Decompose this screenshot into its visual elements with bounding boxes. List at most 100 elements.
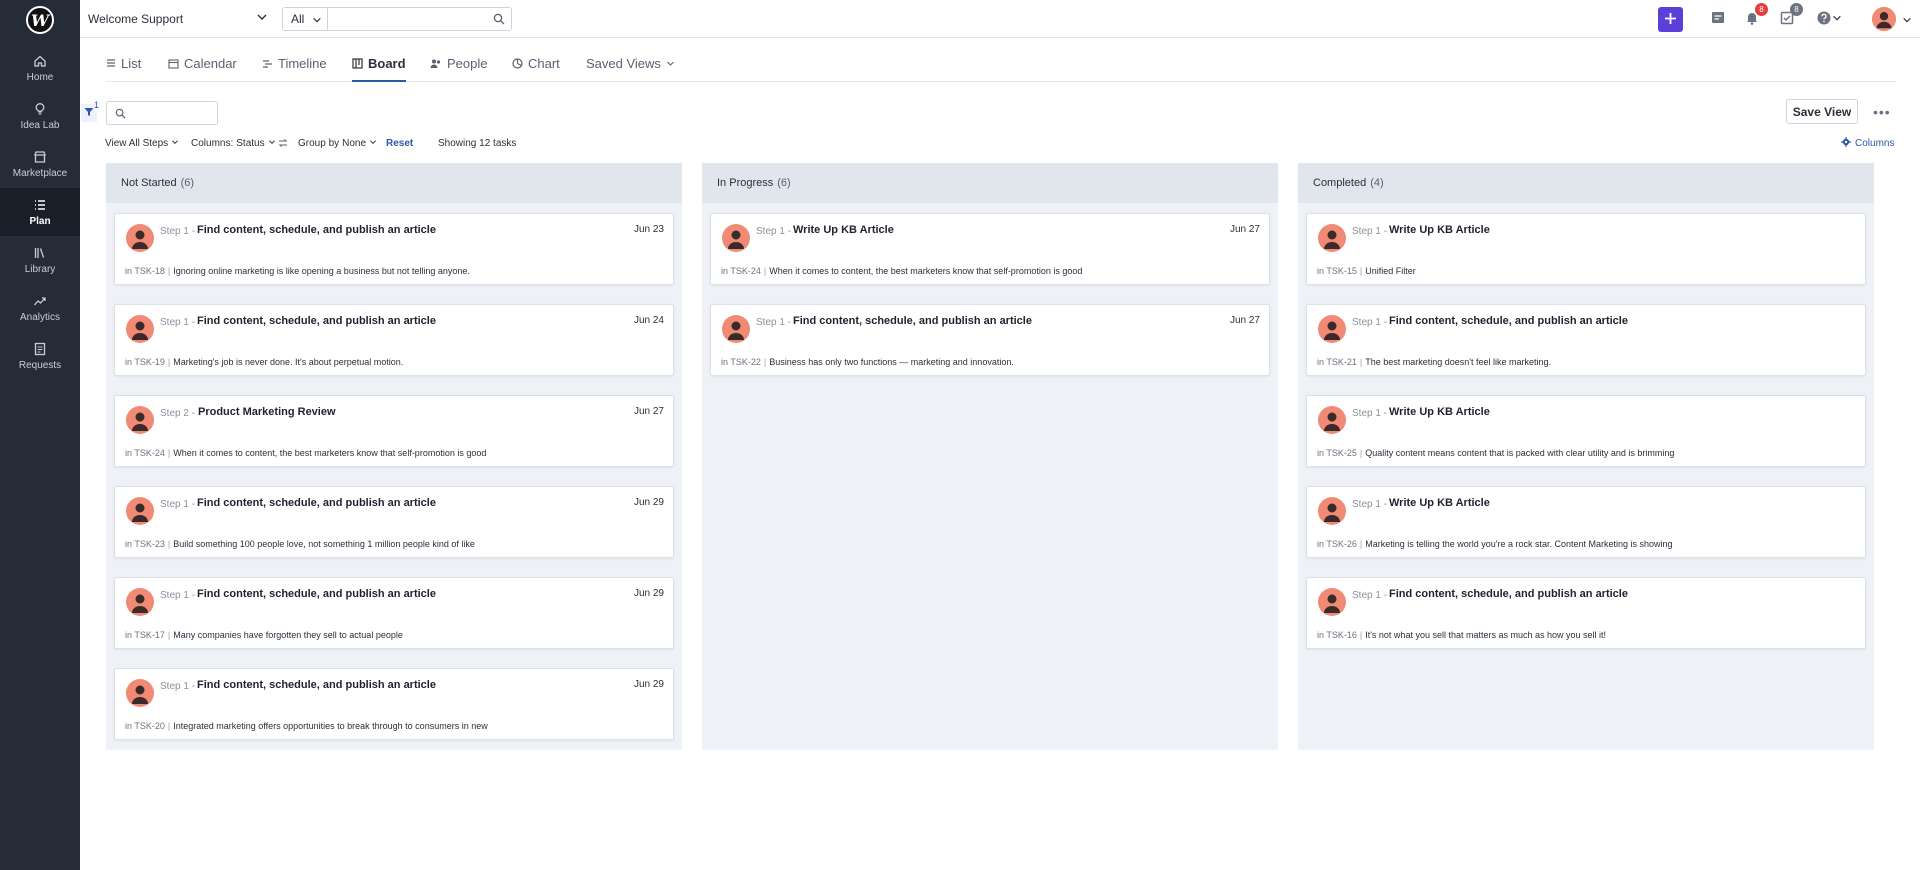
task-id[interactable]: in TSK-25 — [1317, 448, 1357, 458]
columns-settings-link[interactable]: Columns — [1841, 137, 1894, 150]
list-icon — [106, 56, 116, 71]
task-title[interactable]: Find content, schedule, and publish an a… — [1389, 588, 1628, 600]
group-by-select[interactable]: Group by None — [298, 138, 377, 149]
task-title[interactable]: Find content, schedule, and publish an a… — [197, 588, 436, 600]
task-card[interactable]: Step 1 - Find content, schedule, and publ… — [1306, 304, 1866, 376]
task-description: When it comes to content, the best marke… — [769, 266, 1083, 276]
separator: | — [1359, 266, 1363, 276]
tab-board[interactable]: Board — [352, 56, 406, 82]
task-card[interactable]: Step 1 - Find content, schedule, and publ… — [114, 486, 674, 558]
task-title[interactable]: Write Up KB Article — [1389, 406, 1490, 418]
columns-select[interactable]: Columns: Status — [191, 138, 276, 149]
chevron-down-icon — [312, 14, 322, 28]
task-id[interactable]: in TSK-24 — [125, 448, 165, 458]
tab-label: Timeline — [278, 56, 327, 71]
global-search-input[interactable] — [328, 7, 512, 31]
assignee-avatar — [126, 497, 154, 525]
chat-icon — [1710, 10, 1726, 29]
task-title[interactable]: Find content, schedule, and publish an a… — [197, 224, 436, 236]
task-card[interactable]: Step 1 - Find content, schedule, and publ… — [710, 304, 1270, 376]
assignee-avatar — [1318, 315, 1346, 343]
task-card[interactable]: Step 1 - Find content, schedule, and publ… — [114, 668, 674, 740]
sidebar-item-plan[interactable]: Plan — [0, 188, 80, 236]
sidebar-item-idea-lab[interactable]: Idea Lab — [0, 92, 80, 140]
tab-list[interactable]: List — [106, 56, 141, 82]
board-search-input[interactable] — [106, 101, 218, 125]
task-title[interactable]: Write Up KB Article — [793, 224, 894, 236]
task-id[interactable]: in TSK-15 — [1317, 266, 1357, 276]
sidebar-item-requests[interactable]: Requests — [0, 332, 80, 380]
task-due-date: Jun 29 — [633, 588, 664, 599]
task-meta: in TSK-18 | Ignoring online marketing is l… — [125, 266, 470, 276]
task-id[interactable]: in TSK-21 — [1317, 357, 1357, 367]
task-card[interactable]: Step 1 - Write Up KB Article in TSK-26 | Mar… — [1306, 486, 1866, 558]
sidebar-item-analytics[interactable]: Analytics — [0, 284, 80, 332]
task-id[interactable]: in TSK-23 — [125, 539, 165, 549]
task-meta: in TSK-15 | Unified Filter — [1317, 266, 1416, 276]
swap-icon[interactable] — [278, 138, 288, 148]
task-meta: in TSK-19 | Marketing's job is never done.… — [125, 357, 403, 367]
task-title[interactable]: Write Up KB Article — [1389, 497, 1490, 509]
app-logo[interactable]: W — [26, 6, 54, 34]
messages-button[interactable] — [1708, 9, 1728, 29]
task-step: Step 1 - — [160, 681, 196, 692]
more-options-icon[interactable]: ••• — [1873, 104, 1891, 120]
task-id[interactable]: in TSK-24 — [721, 266, 761, 276]
task-step: Step 1 - — [160, 317, 196, 328]
tab-people[interactable]: People — [430, 56, 487, 82]
task-card[interactable]: Step 1 - Find content, schedule, and publ… — [114, 213, 674, 285]
separator: | — [167, 448, 171, 458]
task-title[interactable]: Find content, schedule, and publish an a… — [1389, 315, 1628, 327]
help-button[interactable] — [1812, 9, 1846, 29]
task-card[interactable]: Step 1 - Find content, schedule, and publ… — [1306, 577, 1866, 649]
view-steps-select[interactable]: View All Steps — [105, 138, 179, 149]
task-title[interactable]: Write Up KB Article — [1389, 224, 1490, 236]
task-description: Unified Filter — [1365, 266, 1416, 276]
task-card[interactable]: Step 1 - Write Up KB Article in TSK-25 | Qua… — [1306, 395, 1866, 467]
task-card[interactable]: Step 1 - Write Up KB Article in TSK-15 | Uni… — [1306, 213, 1866, 285]
task-due-date: Jun 24 — [633, 315, 664, 326]
task-card[interactable]: Step 2 - Product Marketing Review Jun 27 in… — [114, 395, 674, 467]
separator: | — [763, 357, 767, 367]
reset-link[interactable]: Reset — [386, 138, 413, 149]
task-meta: in TSK-21 | The best marketing doesn't fee… — [1317, 357, 1551, 367]
task-id[interactable]: in TSK-20 — [125, 721, 165, 731]
search-scope-select[interactable]: All — [282, 7, 328, 31]
group-by-value: None — [342, 138, 367, 149]
tab-saved-views[interactable]: Saved Views — [586, 56, 675, 82]
task-card[interactable]: Step 1 - Find content, schedule, and publ… — [114, 577, 674, 649]
task-id[interactable]: in TSK-26 — [1317, 539, 1357, 549]
task-card[interactable]: Step 1 - Find content, schedule, and publ… — [114, 304, 674, 376]
workspace-select[interactable]: Welcome Support — [88, 8, 268, 30]
sidebar-item-marketplace[interactable]: Marketplace — [0, 140, 80, 188]
user-avatar[interactable] — [1871, 6, 1897, 32]
chevron-down-icon[interactable] — [1902, 14, 1912, 28]
assignee-avatar — [1318, 224, 1346, 252]
tab-timeline[interactable]: Timeline — [262, 56, 327, 82]
save-view-button[interactable]: Save View — [1786, 99, 1858, 124]
task-card[interactable]: Step 1 - Write Up KB Article Jun 27 in TSK-… — [710, 213, 1270, 285]
task-title[interactable]: Find content, schedule, and publish an a… — [793, 315, 1032, 327]
task-id[interactable]: in TSK-16 — [1317, 630, 1357, 640]
task-id[interactable]: in TSK-19 — [125, 357, 165, 367]
task-title[interactable]: Product Marketing Review — [198, 406, 336, 418]
home-icon — [32, 53, 48, 69]
search-icon[interactable] — [493, 13, 505, 28]
sidebar-item-home[interactable]: Home — [0, 44, 80, 92]
task-title[interactable]: Find content, schedule, and publish an a… — [197, 679, 436, 691]
add-button[interactable] — [1658, 7, 1683, 32]
task-id[interactable]: in TSK-22 — [721, 357, 761, 367]
task-title[interactable]: Find content, schedule, and publish an a… — [197, 497, 436, 509]
tasks-button[interactable]: 8 — [1777, 3, 1803, 29]
tab-calendar[interactable]: Calendar — [168, 56, 237, 82]
tab-chart[interactable]: Chart — [512, 56, 560, 82]
view-steps-value: View All Steps — [105, 138, 169, 149]
task-title[interactable]: Find content, schedule, and publish an a… — [197, 315, 436, 327]
task-id[interactable]: in TSK-17 — [125, 630, 165, 640]
assignee-avatar — [126, 224, 154, 252]
task-id[interactable]: in TSK-18 — [125, 266, 165, 276]
sidebar-item-library[interactable]: Library — [0, 236, 80, 284]
notifications-button[interactable]: 8 — [1742, 3, 1768, 29]
task-description: When it comes to content, the best marke… — [173, 448, 487, 458]
lightbulb-icon — [32, 101, 48, 117]
